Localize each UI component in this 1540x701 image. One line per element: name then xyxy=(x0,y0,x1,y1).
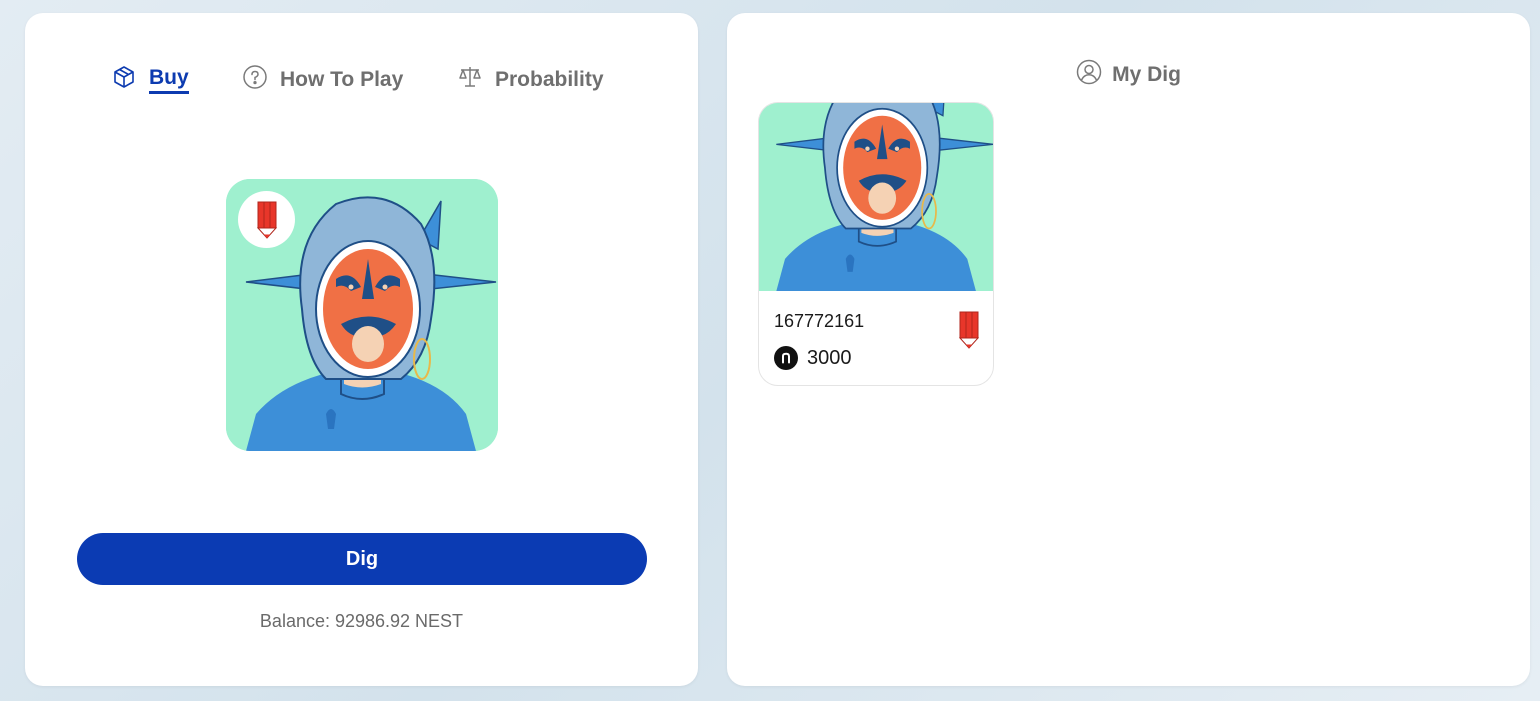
tab-how-to-play-label: How To Play xyxy=(280,68,404,91)
user-circle-icon xyxy=(1076,59,1102,91)
my-dig-panel: My Dig 167772161 3000 xyxy=(727,13,1530,686)
nft-price: 3000 xyxy=(774,346,852,370)
my-dig-title: My Dig xyxy=(1112,63,1181,86)
my-dig-header: My Dig xyxy=(727,59,1530,91)
nft-card[interactable]: 167772161 3000 xyxy=(758,102,994,386)
tab-bar: Buy How To Play Probability xyxy=(25,65,698,105)
rarity-badge xyxy=(238,191,295,248)
nft-card-thumbnail xyxy=(759,103,994,291)
nft-id: 167772161 xyxy=(774,311,865,331)
shark-hood-art xyxy=(759,103,994,291)
nft-artwork-preview xyxy=(226,179,498,451)
dig-button[interactable]: Dig xyxy=(77,533,647,585)
tab-buy[interactable]: Buy xyxy=(111,65,189,95)
balance-text: Balance: 92986.92 NEST xyxy=(259,611,464,631)
tab-probability[interactable]: Probability xyxy=(457,65,604,95)
red-pencil-icon xyxy=(257,201,277,239)
nft-price-value: 3000 xyxy=(807,346,852,369)
tab-how-to-play[interactable]: How To Play xyxy=(242,65,403,95)
question-circle-icon xyxy=(242,64,268,96)
cube-icon xyxy=(111,64,137,96)
red-pencil-icon xyxy=(959,311,979,349)
nest-coin-icon xyxy=(774,346,798,370)
tab-buy-label: Buy xyxy=(149,66,189,94)
tab-probability-label: Probability xyxy=(495,68,604,91)
buy-panel: Buy How To Play Probability Dig Balance:… xyxy=(25,13,698,686)
scale-icon xyxy=(457,64,483,96)
